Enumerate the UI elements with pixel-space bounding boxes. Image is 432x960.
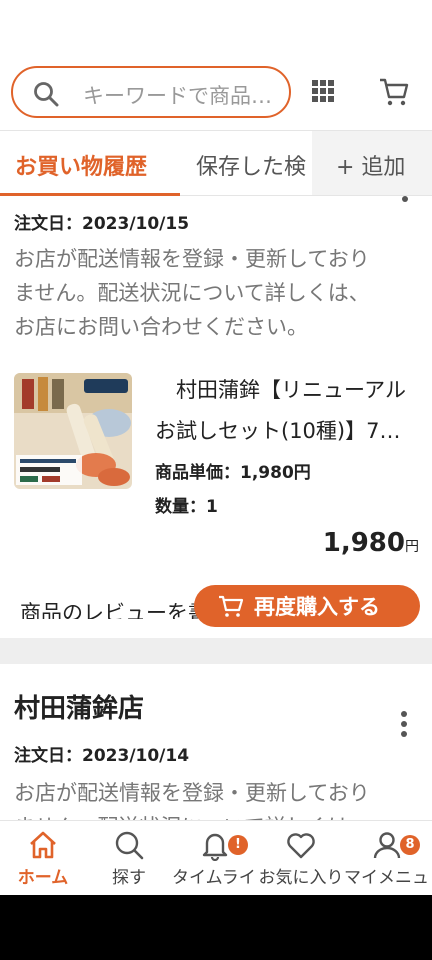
- product-thumbnail[interactable]: [14, 373, 132, 489]
- order-divider: [0, 638, 432, 664]
- nav-label: 探す: [112, 868, 146, 888]
- user-icon: [373, 832, 401, 859]
- product-title-line: 村田蒲鉾【リニューアル: [155, 378, 406, 402]
- more-options-icon[interactable]: [400, 194, 410, 204]
- order-total: 1,980円: [323, 528, 419, 558]
- search-placeholder: キーワードで商品…: [83, 84, 272, 108]
- cart-icon: [219, 595, 244, 617]
- product-title[interactable]: 村田蒲鉾【リニューアル お試しセット(10種)】7…: [155, 370, 420, 452]
- product-image: [14, 373, 132, 489]
- app-screen: キーワードで商品… お買い物履歴 保存した検 + 追加 注文日：2023/10/…: [0, 0, 432, 895]
- order-date: 注文日：2023/10/15: [14, 214, 190, 234]
- more-options-icon[interactable]: [397, 710, 411, 738]
- home-icon: [30, 831, 56, 859]
- nav-label: お気に入り: [258, 868, 344, 888]
- nav-timeline[interactable]: タイムライン !: [172, 829, 258, 888]
- notification-badge: 8: [400, 835, 420, 855]
- tab-purchase-history[interactable]: お買い物履歴: [15, 149, 147, 181]
- add-tab-button[interactable]: + 追加: [312, 131, 432, 195]
- search-input[interactable]: キーワードで商品…: [11, 66, 291, 118]
- quantity: 数量：1: [155, 497, 218, 517]
- order-date: 注文日：2023/10/14: [14, 746, 190, 766]
- heart-icon: [287, 833, 315, 859]
- active-tab-indicator: [0, 193, 180, 196]
- total-currency: 円: [405, 539, 419, 555]
- bottom-navigation: ホーム 探す タイムライン ! お気に入り: [0, 820, 432, 895]
- nav-label: マイメニュー: [344, 868, 430, 888]
- notification-badge: !: [228, 835, 248, 855]
- notice-line: お店にお問い合わせください。: [14, 315, 308, 339]
- notice-line: ません。配送状況について詳しくは、: [14, 281, 370, 305]
- notice-line: お店が配送情報を登録・更新しており: [14, 781, 370, 805]
- nav-search[interactable]: 探す: [86, 829, 172, 888]
- search-icon: [115, 831, 144, 860]
- nav-home[interactable]: ホーム: [0, 829, 86, 888]
- bell-icon: [202, 833, 228, 861]
- nav-label: タイムライン: [172, 868, 258, 888]
- shop-name[interactable]: 村田蒲鉾店: [14, 688, 144, 725]
- tab-saved-search[interactable]: 保存した検: [196, 149, 314, 181]
- nav-label: ホーム: [17, 868, 69, 888]
- rebuy-label: 再度購入する: [254, 595, 380, 619]
- nav-my-menu[interactable]: マイメニュー 8: [344, 829, 430, 888]
- nav-favorites[interactable]: お気に入り: [258, 829, 344, 888]
- write-review-link[interactable]: 商品のレビューを書く: [20, 597, 220, 619]
- rebuy-button[interactable]: 再度購入する: [194, 585, 420, 627]
- delivery-notice: お店が配送情報を登録・更新しており ません。配送状況について詳しくは、 お店にお…: [14, 242, 414, 344]
- unit-price: 商品単価：1,980円: [155, 463, 311, 483]
- history-tabs: お買い物履歴 保存した検 + 追加: [0, 130, 432, 196]
- product-title-line: お試しセット(10種)】7…: [155, 419, 401, 443]
- search-icon: [34, 82, 59, 107]
- total-amount: 1,980: [322, 528, 405, 558]
- category-grid-icon[interactable]: [312, 80, 334, 102]
- cart-icon[interactable]: [378, 76, 410, 108]
- notice-line: お店が配送情報を登録・更新しており: [14, 247, 370, 271]
